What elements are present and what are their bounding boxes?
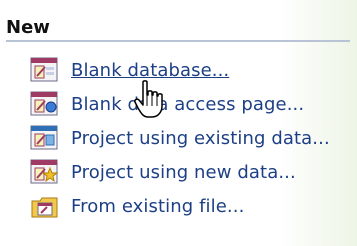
- blank-database-link[interactable]: Blank database...: [30, 53, 357, 87]
- blank-database-label: Blank database...: [71, 59, 230, 81]
- from-existing-file-link[interactable]: From existing file...: [30, 189, 357, 223]
- project-existing-data-label: Project using existing data...: [71, 127, 330, 149]
- project-new-data-icon: [30, 157, 60, 187]
- project-new-data-label: Project using new data...: [71, 161, 296, 183]
- project-existing-data-icon: [30, 123, 60, 153]
- blank-database-icon: [30, 55, 60, 85]
- section-header: New: [6, 14, 350, 42]
- section-divider: [6, 40, 350, 42]
- section-title: New: [6, 17, 50, 38]
- from-existing-file-label: From existing file...: [71, 195, 245, 217]
- blank-data-access-page-link[interactable]: Blank data access page...: [30, 87, 357, 121]
- existing-file-icon: [30, 191, 60, 221]
- new-file-task-pane: New Blank database... Blank data access …: [0, 0, 357, 246]
- project-existing-data-link[interactable]: Project using existing data...: [30, 121, 357, 155]
- project-new-data-link[interactable]: Project using new data...: [30, 155, 357, 189]
- data-access-page-icon: [30, 89, 60, 119]
- blank-data-access-page-label: Blank data access page...: [71, 93, 305, 115]
